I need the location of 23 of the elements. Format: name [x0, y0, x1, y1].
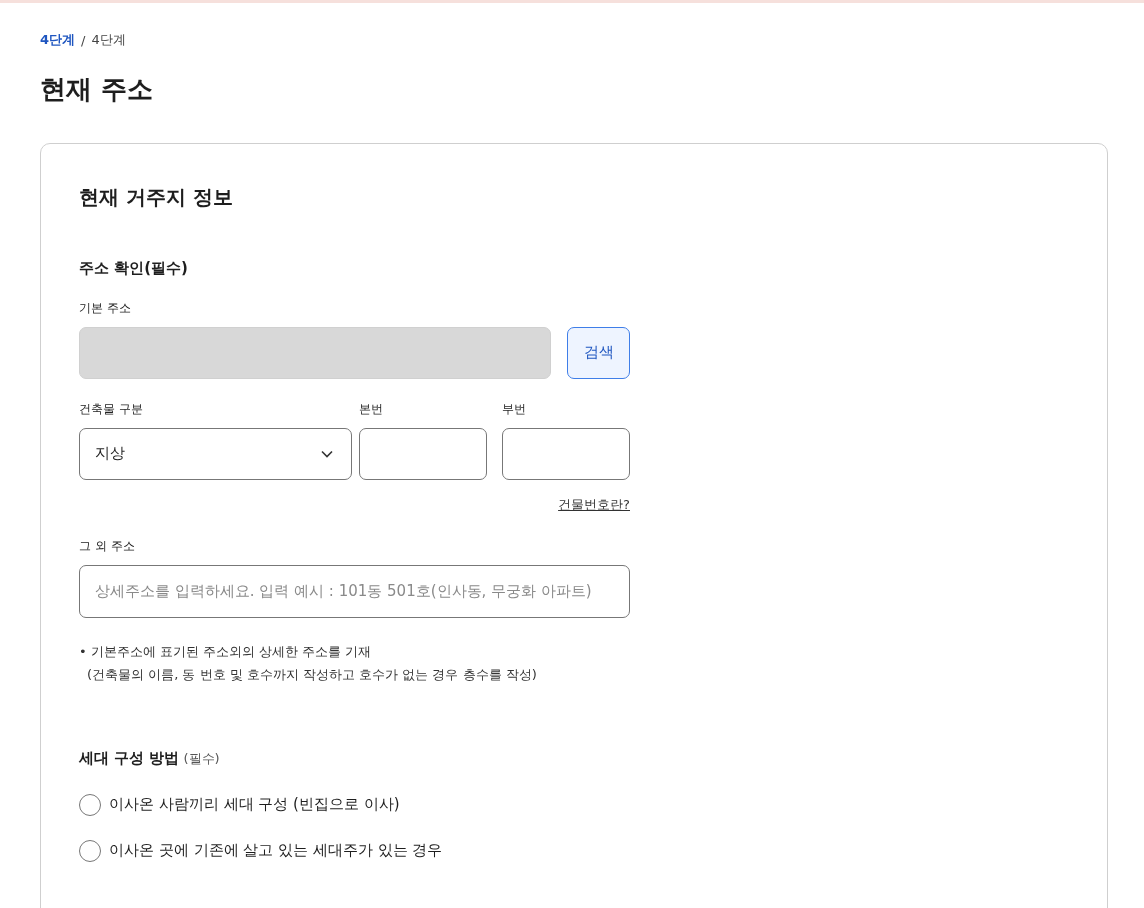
help-link[interactable]: 건물번호란?	[558, 495, 630, 514]
card-title: 현재 거주지 정보	[79, 183, 234, 211]
field-label: 기본 주소	[79, 299, 132, 317]
radio-option[interactable]: 이사온 곳에 기존에 살고 있는 세대주가 있는 경우	[79, 839, 443, 862]
main-number-field[interactable]	[359, 427, 487, 480]
section-title: 세대 구성 방법	[79, 748, 180, 767]
radio-option[interactable]: 이사온 사람끼리 세대 구성 (빈집으로 이사)	[79, 793, 400, 816]
breadcrumb-current: 4단계	[40, 31, 76, 49]
sub-number-field[interactable]	[502, 427, 630, 480]
note-text: • 기본주소에 표기된 주소외의 상세한 주소를 기재	[79, 642, 373, 661]
field-label: 본번	[359, 400, 384, 418]
field-label: 건축물 구분	[79, 400, 144, 418]
chevron-down-icon	[321, 449, 333, 458]
page-title: 현재 주소	[40, 73, 155, 106]
building-type-select[interactable]: 지상	[79, 427, 352, 480]
section-title: 주소 확인(필수)	[79, 258, 189, 278]
breadcrumb-total: 4단계	[91, 31, 126, 49]
other-address-field[interactable]: 상세주소를 입력하세요. 입력 예시 : 101동 501호(인사동, 무궁화 아파트)	[79, 564, 630, 618]
field-label: 그 외 주소	[79, 537, 136, 555]
field-label: 부번	[502, 400, 527, 418]
required-tag: (필수)	[183, 750, 220, 766]
breadcrumb-separator: /	[81, 32, 86, 48]
note-text: (건축물의 이름, 동 번호 및 호수까지 작성하고 호수가 없는 경우 층수를 작성)	[86, 665, 538, 684]
